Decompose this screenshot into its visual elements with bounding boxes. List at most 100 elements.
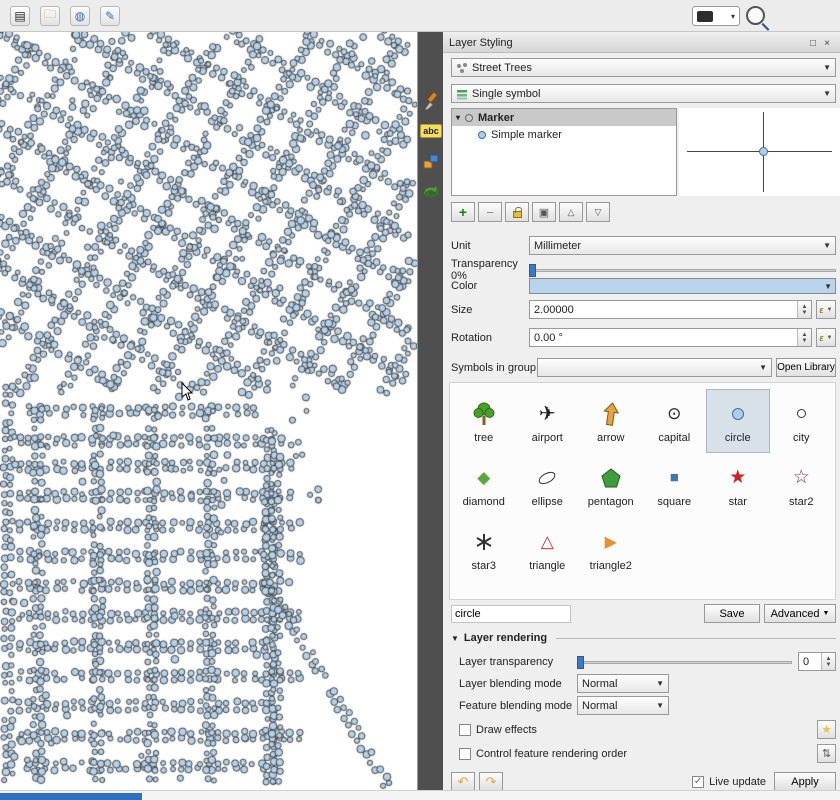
magnifier-icon xyxy=(746,6,772,32)
layer-rendering-header[interactable]: ▼ Layer rendering xyxy=(451,632,836,644)
paintbrush-icon xyxy=(421,91,441,111)
size-label: Size xyxy=(451,304,529,316)
map-canvas[interactable] xyxy=(0,32,417,790)
duplicate-icon: ▣ xyxy=(539,206,549,219)
size-data-defined-button[interactable]: ε▼ xyxy=(816,300,836,319)
lock-symbol-layer-button[interactable] xyxy=(505,202,529,222)
chevron-down-icon: ▼ xyxy=(823,610,830,617)
tab-history[interactable] xyxy=(419,178,443,204)
symbol-item-arrow[interactable]: arrow xyxy=(579,389,643,453)
feature-blending-value: Normal xyxy=(582,700,617,712)
open-folder-icon[interactable]: 🗀 xyxy=(40,6,60,26)
rotation-data-defined-button[interactable]: ε▼ xyxy=(816,328,836,347)
style-swatch-icon xyxy=(697,11,713,22)
toolbar-style-combo[interactable]: ▾ xyxy=(692,6,740,26)
layer-styling-panel: Layer Styling □ × Street Trees ▼ Single … xyxy=(443,32,840,790)
transparency-slider[interactable] xyxy=(529,262,836,278)
color-button[interactable]: ▼ xyxy=(529,278,836,294)
control-rendering-order-label: Control feature rendering order xyxy=(476,748,627,760)
map-canvas-area[interactable] xyxy=(0,32,417,790)
add-symbol-layer-button[interactable]: + xyxy=(451,202,475,222)
draw-effects-label: Draw effects xyxy=(476,724,537,736)
symbol-gallery: tree ✈ airport arrow ⊙ capital circle xyxy=(449,382,836,600)
expander-icon[interactable]: ▾ xyxy=(456,113,460,122)
symbol-item-airport[interactable]: ✈ airport xyxy=(516,389,580,453)
symbol-item-square[interactable]: ■ square xyxy=(643,453,707,517)
point-layer-icon xyxy=(456,62,468,74)
symbol-item-triangle2[interactable]: ▶ triangle2 xyxy=(579,517,643,581)
renderer-combo[interactable]: Single symbol ▼ xyxy=(451,84,836,103)
check-icon: ✓ xyxy=(694,777,702,787)
feature-blending-combo[interactable]: Normal ▼ xyxy=(577,696,669,715)
symbol-item-star3[interactable]: star3 xyxy=(452,517,516,581)
tree-symbol-icon xyxy=(472,399,496,429)
tab-labels[interactable]: abc xyxy=(419,118,443,144)
symbol-layer-tree: ▾ Marker Simple marker xyxy=(451,108,677,196)
slider-handle[interactable] xyxy=(577,656,584,669)
abc-label-icon: abc xyxy=(420,124,442,138)
spin-arrows[interactable]: ▲▼ xyxy=(821,653,835,670)
symbol-tree-marker-row[interactable]: ▾ Marker xyxy=(452,109,676,126)
symbol-item-tree[interactable]: tree xyxy=(452,389,516,453)
undo-button[interactable]: ↶ xyxy=(451,772,475,791)
magnifier-handle xyxy=(762,23,770,31)
open-library-button[interactable]: Open Library xyxy=(776,358,836,377)
unit-combo[interactable]: Millimeter ▼ xyxy=(529,236,836,255)
triangle-up-icon: △ xyxy=(568,207,575,218)
size-spinbox[interactable]: 2.00000 ▲▼ xyxy=(529,300,812,319)
tab-symbology[interactable] xyxy=(419,88,443,114)
spin-arrows[interactable]: ▲▼ xyxy=(797,329,811,346)
symbol-tree-simple-marker-row[interactable]: Simple marker xyxy=(452,126,676,143)
control-rendering-order-checkbox[interactable] xyxy=(459,748,471,760)
save-symbol-button[interactable]: Save xyxy=(704,604,760,623)
new-document-icon[interactable]: ▤ xyxy=(10,6,30,26)
spin-arrows[interactable]: ▲▼ xyxy=(797,301,811,318)
draw-effects-checkbox[interactable] xyxy=(459,724,471,736)
symbol-item-pentagon[interactable]: pentagon xyxy=(579,453,643,517)
symbol-name-input[interactable] xyxy=(451,605,571,623)
symbol-item-ellipse[interactable]: ellipse xyxy=(516,453,580,517)
layer-transparency-spinbox[interactable]: 0 ▲▼ xyxy=(798,652,836,671)
slider-handle[interactable] xyxy=(529,264,536,277)
combo-arrow-icon: ▾ xyxy=(731,12,735,21)
remove-symbol-layer-button[interactable]: − xyxy=(478,202,502,222)
panel-titlebar[interactable]: Layer Styling □ × xyxy=(443,34,840,53)
symbol-item-triangle[interactable]: △ triangle xyxy=(516,517,580,581)
symbols-group-combo[interactable]: ▼ xyxy=(537,358,772,377)
chevron-down-icon: ▼ xyxy=(759,363,767,372)
circle-symbol-icon xyxy=(732,399,744,429)
globe-icon[interactable]: ◍ xyxy=(70,6,90,26)
layer-blending-combo[interactable]: Normal ▼ xyxy=(577,674,669,693)
edit-pencil-icon[interactable]: ✎ xyxy=(100,6,120,26)
rotation-spinbox[interactable]: 0.00 ° ▲▼ xyxy=(529,328,812,347)
symbol-item-diamond[interactable]: ◆ diamond xyxy=(452,453,516,517)
diamond-symbol-icon: ◆ xyxy=(477,463,490,493)
rendering-order-button[interactable]: ⇅ xyxy=(817,744,836,763)
collapse-arrow-icon[interactable]: ▼ xyxy=(451,634,459,643)
live-update-checkbox[interactable]: ✓ xyxy=(692,776,704,788)
float-panel-icon[interactable]: □ xyxy=(806,36,820,50)
apply-button[interactable]: Apply xyxy=(774,772,836,791)
customize-effects-button[interactable]: ★ xyxy=(817,720,836,739)
move-down-button[interactable]: ▽ xyxy=(586,202,610,222)
rotation-label: Rotation xyxy=(451,332,529,344)
tab-diagrams[interactable] xyxy=(419,148,443,174)
layer-transparency-label: Layer transparency xyxy=(459,656,577,668)
mouse-cursor xyxy=(180,382,194,402)
symbol-item-star[interactable]: ★ star xyxy=(706,453,770,517)
move-up-button[interactable]: △ xyxy=(559,202,583,222)
redo-button[interactable]: ↷ xyxy=(479,772,503,791)
main-toolbar: ▤ 🗀 ◍ ✎ ▾ xyxy=(0,0,840,32)
symbol-item-city[interactable]: city xyxy=(770,389,834,453)
chevron-down-icon: ▼ xyxy=(823,89,831,98)
chevron-down-icon: ▼ xyxy=(821,282,835,291)
symbol-item-star2[interactable]: ☆ star2 xyxy=(770,453,834,517)
symbol-item-capital[interactable]: ⊙ capital xyxy=(643,389,707,453)
symbol-item-circle[interactable]: circle xyxy=(706,389,770,453)
layer-transparency-slider[interactable] xyxy=(577,654,792,670)
duplicate-symbol-layer-button[interactable]: ▣ xyxy=(532,202,556,222)
advanced-button[interactable]: Advanced ▼ xyxy=(764,604,836,623)
layer-selector-combo[interactable]: Street Trees ▼ xyxy=(451,58,836,77)
minus-icon: − xyxy=(486,205,494,220)
close-panel-icon[interactable]: × xyxy=(820,36,834,50)
